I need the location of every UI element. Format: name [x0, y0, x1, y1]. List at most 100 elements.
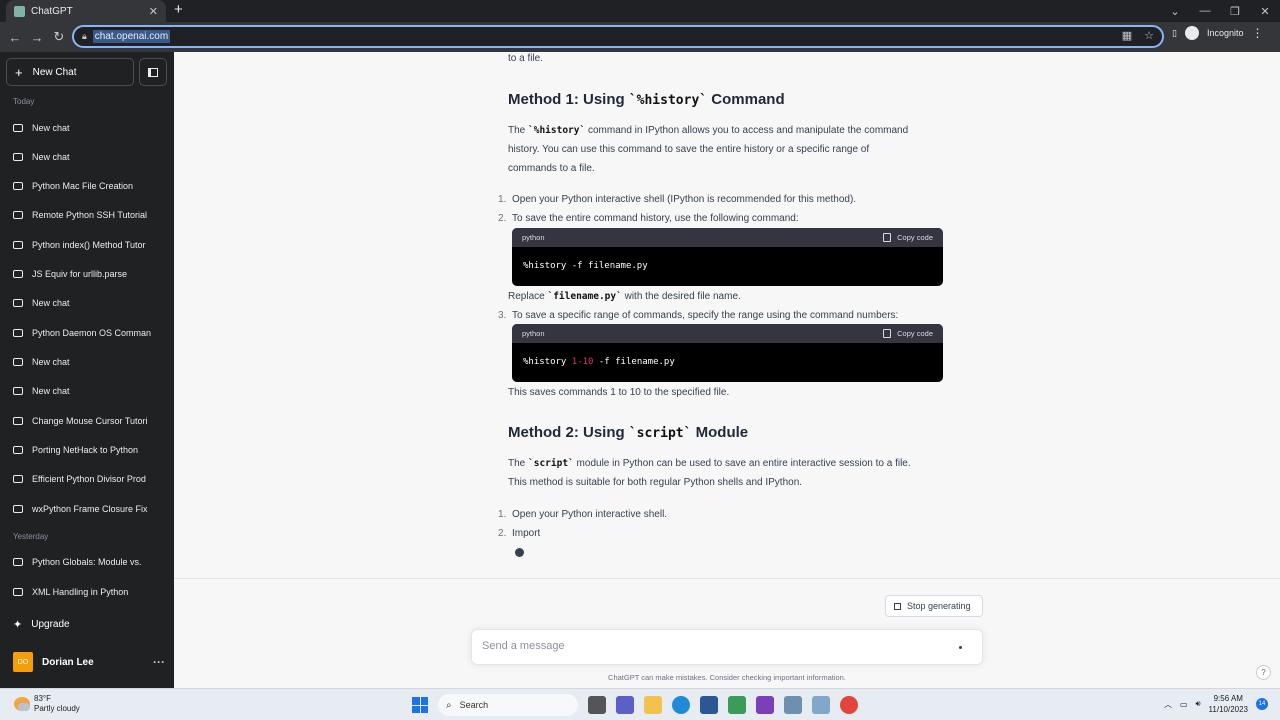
network-icon[interactable]: ▭ — [1180, 700, 1188, 709]
reload-icon[interactable]: ↻ — [48, 29, 70, 45]
app-icon[interactable] — [812, 696, 830, 714]
side-panel-icon[interactable]: ▯ — [1172, 28, 1177, 39]
taskbar-search[interactable]: ⌕ Search — [438, 694, 578, 716]
sidebar-chat-item[interactable]: Python Daemon OS Comman — [13, 323, 163, 343]
copy-code-button[interactable]: Copy code — [883, 228, 933, 247]
list-item: 3. To save a specific range of commands, … — [498, 310, 899, 321]
message-input[interactable] — [482, 640, 922, 652]
sidebar-chat-item[interactable]: Change Mouse Cursor Tutori — [13, 411, 163, 431]
code-header: python Copy code — [512, 228, 943, 247]
new-tab-icon[interactable]: + — [174, 1, 183, 18]
sidebar-chat-item[interactable]: Python index() Method Tutor — [13, 235, 163, 255]
sidebar-chat-item[interactable]: Python Mac File Creation — [13, 176, 163, 196]
chrome-icon[interactable] — [840, 696, 858, 714]
qr-code-icon[interactable]: ▦ — [1122, 29, 1132, 42]
volume-icon[interactable]: 🔊︎ — [1196, 699, 1201, 709]
paragraph: commands to a file. — [508, 163, 595, 174]
send-icon[interactable] — [959, 646, 962, 649]
chat-bubble-icon — [13, 241, 23, 249]
sidebar-chat-item[interactable]: New chat — [13, 147, 163, 167]
list-item: 1. Open your Python interactive shell (IP… — [498, 194, 857, 205]
notification-badge[interactable]: 14 — [1256, 698, 1268, 710]
new-chat-label: New Chat — [32, 66, 77, 78]
chatgpt-favicon-icon — [14, 5, 25, 17]
sidebar-chat-item[interactable]: wxPython Frame Closure Fix — [13, 499, 163, 519]
chat-bubble-icon — [13, 387, 23, 395]
chat-bubble-icon — [13, 299, 23, 307]
paragraph: This method is suitable for both regular… — [508, 477, 803, 488]
sidebar-chat-item[interactable]: Efficient Python Divisor Prod — [13, 469, 163, 489]
sidebar-chat-item[interactable]: New chat — [13, 118, 163, 138]
chat-bubble-icon — [13, 153, 23, 161]
chat-bubble-icon — [13, 558, 23, 566]
code-language: python — [522, 233, 545, 242]
chevron-up-icon[interactable]: ︿ — [1164, 699, 1172, 710]
clock[interactable]: 9:56 AM 11/10/2023 — [1209, 693, 1248, 715]
plus-icon: + — [15, 64, 23, 80]
stop-icon — [894, 602, 901, 610]
sidebar-chat-item[interactable]: Porting NetHack to Python — [13, 440, 163, 460]
sidebar-chat-item[interactable]: New chat — [13, 293, 163, 313]
section-yesterday: Yesterday — [13, 532, 49, 541]
user-menu[interactable]: DO Dorian Lee ··· — [13, 652, 165, 672]
partly-cloudy-icon — [14, 697, 30, 711]
close-sidebar-button[interactable] — [139, 58, 167, 86]
temperature: 83°F — [34, 694, 51, 703]
weather-widget[interactable]: 83°F Partly cloudy — [14, 694, 80, 714]
chat-bubble-icon — [13, 475, 23, 483]
paragraph: This saves commands 1 to 10 to the speci… — [508, 387, 730, 398]
url-text[interactable]: chat.openai.com — [92, 30, 171, 43]
vscode-icon[interactable] — [756, 696, 774, 714]
message-box[interactable] — [471, 629, 983, 665]
stop-generating-button[interactable]: Stop generating — [885, 595, 983, 617]
start-icon[interactable] — [412, 697, 428, 713]
section-today: Today — [13, 97, 35, 106]
back-icon[interactable]: ← — [4, 30, 26, 45]
method2-heading: Method 2: Using `script` Module — [508, 424, 749, 441]
clipboard-icon — [883, 233, 892, 242]
sidebar-chat-item[interactable]: XML Handling in Python — [13, 582, 163, 602]
code-content: %history 1-10 -f filename.py — [523, 357, 675, 367]
avatar: DO — [13, 652, 33, 672]
close-window-icon[interactable]: ✕ — [1250, 5, 1280, 18]
system-tray: ︿ ▭ 🔊︎ 9:56 AM 11/10/2023 14 — [1164, 693, 1268, 715]
composer-area: Stop generating ChatGPT can make mistake… — [174, 578, 1280, 688]
tab-title: ChatGPT — [31, 5, 73, 17]
list-item: 2. To save the entire command history, us… — [498, 213, 799, 224]
copy-code-button[interactable]: Copy code — [883, 324, 933, 343]
sidebar-chat-item[interactable]: JS Equiv for urllib.parse — [13, 264, 163, 284]
app-icon[interactable] — [784, 696, 802, 714]
code-content: %history -f filename.py — [523, 261, 648, 271]
sidebar-chat-item[interactable]: New chat — [13, 381, 163, 401]
task-view-icon[interactable] — [588, 696, 606, 714]
forward-icon[interactable]: → — [26, 30, 48, 45]
user-name: Dorian Lee — [42, 656, 94, 668]
chat-app-icon[interactable] — [616, 696, 634, 714]
chat-bubble-icon — [13, 211, 23, 219]
store-icon[interactable] — [700, 696, 718, 714]
taskbar: 83°F Partly cloudy ⌕ Search ︿ ▭ 🔊︎ 9:56 A… — [0, 688, 1280, 720]
incognito-label[interactable]: Incognito — [1207, 28, 1244, 38]
new-chat-button[interactable]: + New Chat — [6, 58, 134, 86]
menu-kebab-icon[interactable]: ⋮ — [1251, 26, 1263, 40]
sidebar-chat-item[interactable]: Remote Python SSH Tutorial — [13, 205, 163, 225]
browser-tab[interactable]: ChatGPT ✕ — [6, 0, 166, 22]
file-explorer-icon[interactable] — [644, 696, 662, 714]
close-tab-icon[interactable]: ✕ — [149, 5, 158, 18]
paragraph: Replace `filename.py` with the desired f… — [508, 291, 741, 302]
upgrade-button[interactable]: ✦ Upgrade — [13, 618, 70, 631]
restore-icon[interactable]: ❐ — [1220, 5, 1250, 18]
window-controls: ⌄ — ❐ ✕ — [1160, 0, 1280, 22]
minimize-icon[interactable]: — — [1190, 5, 1220, 17]
sparkle-icon: ✦ — [13, 619, 23, 631]
edge-icon[interactable] — [672, 696, 690, 714]
bookmark-star-icon[interactable]: ☆ — [1144, 29, 1154, 42]
help-button[interactable]: ? — [1256, 665, 1271, 680]
more-options-icon[interactable]: ··· — [153, 655, 165, 669]
address-bar[interactable]: 🔒︎ chat.openai.com ▦ ☆ — [72, 25, 1164, 48]
notepad-icon[interactable] — [728, 696, 746, 714]
sidebar-chat-item[interactable]: New chat — [13, 352, 163, 372]
tab-search-icon[interactable]: ⌄ — [1160, 5, 1190, 18]
chat-bubble-icon — [13, 588, 23, 596]
sidebar-chat-item[interactable]: Python Globals: Module vs. — [13, 552, 163, 572]
